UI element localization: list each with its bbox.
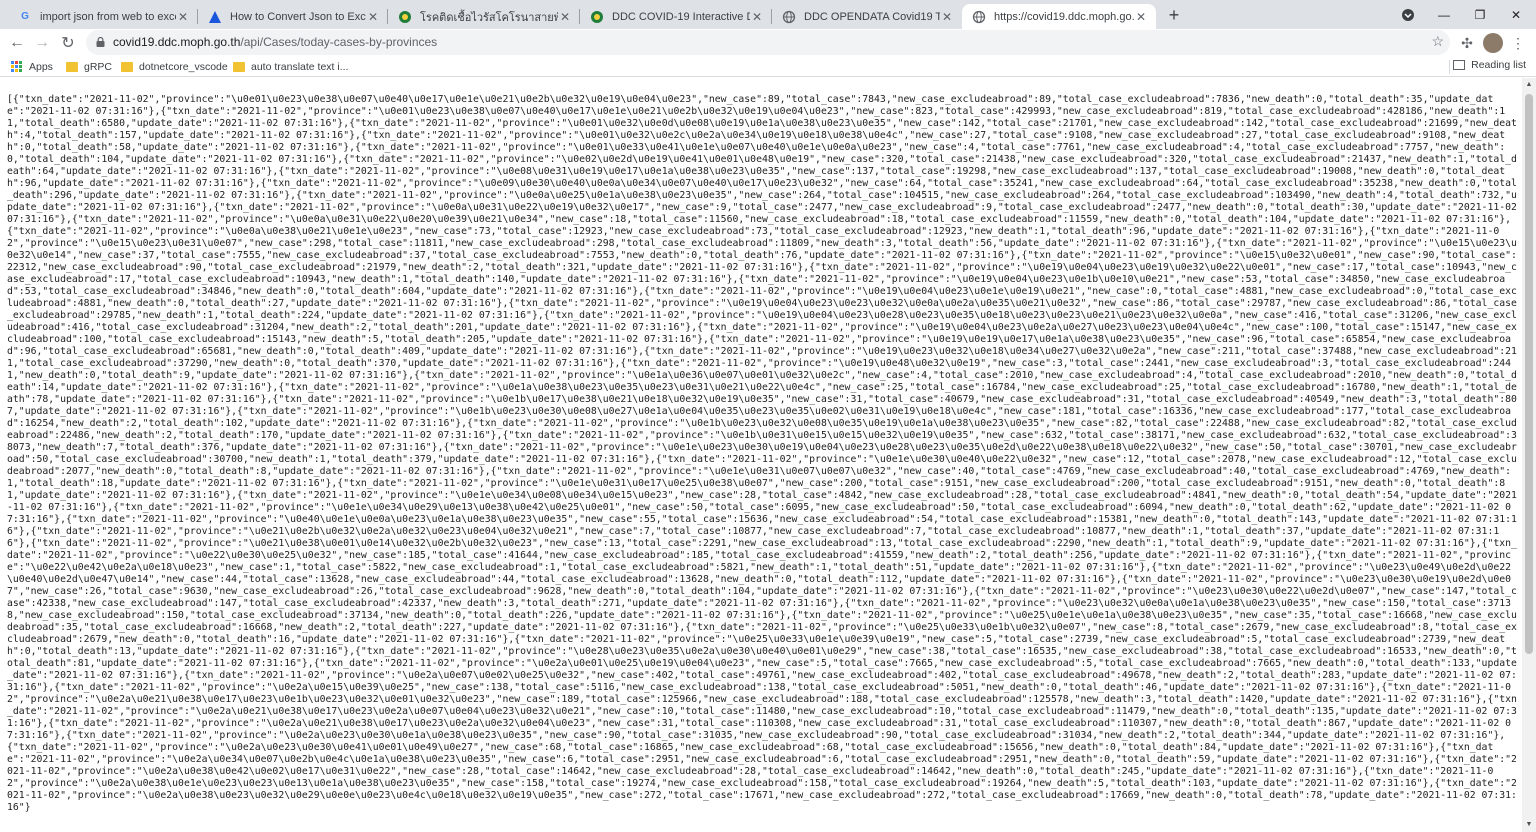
bookmarks-bar: Apps gRPC dotnetcore_vscode auto transla… [0, 56, 1536, 77]
url-host: covid19.ddc.moph.go.th [113, 35, 241, 49]
back-button[interactable]: ← [6, 32, 28, 54]
browser-toolbar: ← → ↻ covid19.ddc.moph.go.th/api/Cases/t… [0, 29, 1536, 56]
json-response-text: [{"txn_date":"2021-11-02","province":"\u… [7, 94, 1517, 813]
maximize-button[interactable]: ❐ [1462, 0, 1498, 29]
close-icon[interactable]: ✕ [558, 10, 572, 24]
close-window-button[interactable]: ✕ [1498, 0, 1534, 29]
reading-list-button[interactable]: Reading list [1453, 59, 1526, 71]
minimize-icon: — [1438, 7, 1450, 22]
tab-title: โรคติดเชื้อไวรัสโคโรนาสายพันธุ์ใหม่ 20 [420, 11, 558, 24]
triangle-icon [208, 10, 222, 24]
bookmark-grpc[interactable]: gRPC [66, 59, 112, 74]
address-bar[interactable]: covid19.ddc.moph.go.th/api/Cases/today-c… [86, 30, 1450, 55]
ddc-shield-icon [398, 10, 412, 24]
reload-button[interactable]: ↻ [57, 32, 79, 54]
bookmark-star-icon[interactable]: ☆ [1431, 33, 1444, 50]
tab-title: How to Convert Json to Excel - A [230, 10, 366, 23]
chevron-down-icon [1402, 8, 1414, 21]
bookmark-label: auto translate text i... [251, 60, 349, 73]
new-tab-button[interactable]: + [1163, 4, 1185, 26]
kebab-menu-icon: ⋮ [1511, 34, 1525, 51]
bookmark-label: gRPC [84, 60, 113, 73]
folder-icon [66, 61, 78, 72]
url-text: covid19.ddc.moph.go.th/api/Cases/today-c… [113, 35, 437, 49]
folder-icon [233, 61, 245, 72]
bookmark-label: Apps [29, 60, 53, 73]
close-icon[interactable]: ✕ [940, 10, 954, 24]
bookmarks-divider [1449, 60, 1450, 74]
puzzle-icon: ✣ [1461, 34, 1473, 51]
extensions-button[interactable]: ✣ [1457, 33, 1477, 53]
globe-icon [972, 10, 986, 24]
apps-grid-icon [11, 60, 23, 73]
close-icon: ✕ [1510, 7, 1522, 22]
page-scrollbar[interactable]: ▲ ▼ [1522, 78, 1536, 832]
bookmark-label: dotnetcore_vscode [139, 60, 228, 73]
tab-search-button[interactable] [1390, 0, 1426, 29]
close-icon[interactable]: ✕ [1134, 10, 1148, 24]
profile-avatar[interactable] [1483, 33, 1503, 53]
close-icon[interactable]: ✕ [176, 10, 190, 24]
ddc-shield-icon [590, 10, 604, 24]
restore-icon: ❐ [1474, 7, 1486, 22]
page-content: [{"txn_date":"2021-11-02","province":"\u… [0, 78, 1522, 832]
scroll-up-icon[interactable]: ▲ [1525, 81, 1533, 89]
forward-button[interactable]: → [31, 32, 53, 54]
google-icon: G [21, 11, 29, 22]
tab-strip: G import json from web to excel - ✕ How … [0, 0, 1536, 29]
bookmark-apps[interactable]: Apps [11, 59, 53, 74]
bookmark-auto-translate[interactable]: auto translate text i... [233, 59, 348, 74]
menu-button[interactable]: ⋮ [1508, 33, 1528, 53]
globe-icon [782, 10, 796, 24]
scroll-down-icon[interactable]: ▼ [1525, 821, 1533, 829]
arrow-right-icon: → [34, 34, 50, 51]
tab-convert-json[interactable]: How to Convert Json to Excel - A ✕ [198, 4, 388, 29]
tab-title: DDC COVID-19 Interactive Dashb [612, 10, 750, 23]
tab-title: https://covid19.ddc.moph.go.th/ [994, 10, 1134, 23]
lock-icon [96, 37, 105, 47]
url-path: /api/Cases/today-cases-by-provinces [240, 35, 438, 49]
minimize-button[interactable]: — [1426, 0, 1462, 29]
folder-icon [121, 61, 133, 72]
bookmark-dotnetcore[interactable]: dotnetcore_vscode [121, 59, 228, 74]
tab-ddc-opendata[interactable]: DDC OPENDATA Covid19 Thailan ✕ [772, 4, 962, 29]
tab-title: DDC OPENDATA Covid19 Thailan [804, 10, 940, 23]
tab-ddc-thai[interactable]: โรคติดเชื้อไวรัสโคโรนาสายพันธุ์ใหม่ 20 ✕ [388, 4, 580, 29]
tab-ddc-dashboard[interactable]: DDC COVID-19 Interactive Dashb ✕ [580, 4, 772, 29]
tab-title: import json from web to excel - [40, 10, 176, 23]
reading-list-label: Reading list [1471, 59, 1526, 71]
arrow-left-icon: ← [9, 34, 25, 51]
reload-icon: ↻ [61, 35, 75, 52]
reading-list-icon [1453, 60, 1466, 70]
close-icon[interactable]: ✕ [366, 10, 380, 24]
scrollbar-thumb[interactable] [1525, 94, 1533, 654]
tab-import-json[interactable]: G import json from web to excel - ✕ [8, 4, 198, 29]
tab-api-active[interactable]: https://covid19.ddc.moph.go.th/ ✕ [962, 4, 1156, 29]
close-icon[interactable]: ✕ [750, 10, 764, 24]
